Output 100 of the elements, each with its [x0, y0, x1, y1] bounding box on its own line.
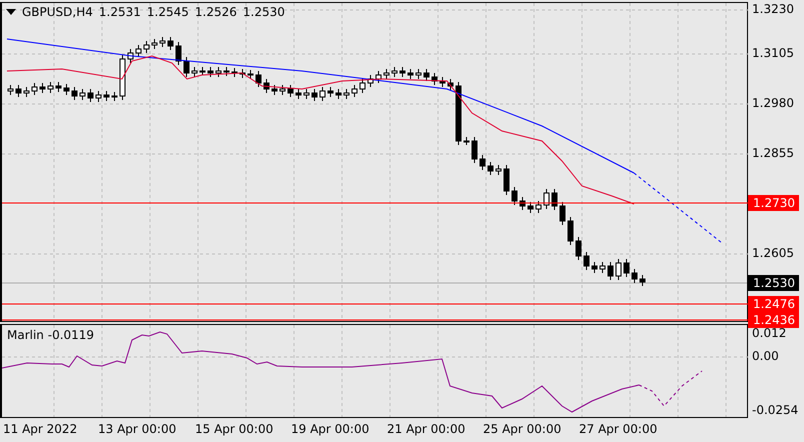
candle	[520, 196, 526, 210]
candle	[496, 164, 502, 176]
indicator-axis-label: -0.0254	[752, 403, 798, 417]
quote-value: 1.2526	[194, 5, 237, 19]
candle	[112, 92, 118, 102]
time-axis-label: 21 Apr 00:00	[387, 422, 466, 436]
candle	[136, 44, 142, 58]
price-tag: 1.2730	[748, 195, 799, 211]
price-tag: 1.2436	[748, 312, 799, 328]
candle	[384, 68, 390, 80]
candle	[304, 88, 310, 100]
candle	[352, 84, 358, 98]
candle	[360, 78, 366, 94]
candle	[416, 68, 422, 80]
candle	[600, 262, 606, 274]
candle	[32, 82, 38, 96]
dropdown-icon[interactable]	[6, 9, 16, 15]
quote-value: 1.2530	[242, 5, 285, 19]
price-axis-label: 1.3230	[752, 2, 794, 16]
quote-value: 1.2545	[146, 5, 189, 19]
candle	[624, 258, 630, 278]
candle	[512, 186, 518, 206]
candle	[544, 188, 550, 210]
price-axis-label: 1.2605	[752, 246, 794, 260]
candle	[96, 90, 102, 102]
indicator-axis-label: 0.00	[752, 349, 779, 363]
candle	[376, 70, 382, 84]
candle	[344, 88, 350, 100]
candle	[128, 48, 134, 64]
candle	[568, 216, 574, 246]
candle	[560, 202, 566, 226]
candle	[248, 70, 254, 80]
candle	[456, 82, 462, 146]
quote-value: 1.2531	[98, 5, 141, 19]
candle	[368, 74, 374, 88]
candle	[152, 38, 158, 50]
candle	[480, 154, 486, 170]
candle	[72, 86, 78, 100]
candle	[160, 36, 166, 48]
candle	[392, 66, 398, 78]
candle	[280, 84, 286, 96]
price-tag: 1.2476	[748, 296, 799, 312]
candle	[104, 90, 110, 102]
candle	[472, 136, 478, 164]
candle	[48, 82, 54, 94]
candle	[592, 262, 598, 274]
candle	[432, 72, 438, 86]
candle	[192, 66, 198, 78]
candle	[424, 68, 430, 82]
candle	[320, 86, 326, 102]
candle	[144, 40, 150, 54]
candle	[64, 84, 70, 96]
symbol-label: GBPUSD,H4	[22, 5, 93, 19]
candle	[256, 70, 262, 88]
candle	[184, 56, 190, 78]
price-axis-label: 1.2980	[752, 96, 794, 110]
candle	[224, 66, 230, 76]
candle	[528, 202, 534, 214]
candle	[216, 66, 222, 78]
candle	[584, 252, 590, 270]
candle	[616, 258, 622, 280]
price-axis-label: 1.3105	[752, 46, 794, 60]
candle	[232, 68, 238, 78]
candle	[448, 78, 454, 90]
candle	[288, 84, 294, 98]
candle	[408, 68, 414, 80]
time-axis-label: 27 Apr 00:00	[579, 422, 658, 436]
candle	[576, 236, 582, 260]
candle	[8, 84, 14, 96]
candle	[328, 86, 334, 98]
candle	[336, 88, 342, 100]
price-axis-label: 1.2855	[752, 146, 794, 160]
candle	[56, 82, 62, 92]
candle	[208, 66, 214, 78]
candle	[24, 86, 30, 98]
candle	[168, 36, 174, 50]
candle	[464, 136, 470, 146]
candle	[200, 66, 206, 76]
candle	[488, 162, 494, 176]
indicator-axis-label: 0.012	[752, 326, 786, 340]
candle	[504, 164, 510, 196]
candle	[640, 274, 646, 286]
candle	[296, 88, 302, 100]
candle	[40, 82, 46, 94]
candle	[120, 54, 126, 100]
time-axis-label: 15 Apr 00:00	[195, 422, 274, 436]
time-axis-label: 13 Apr 00:00	[98, 422, 176, 436]
candle	[264, 78, 270, 94]
candle	[608, 262, 614, 280]
time-axis-label: 11 Apr 2022	[3, 422, 78, 436]
price-tag: 1.2530	[748, 275, 799, 291]
candle	[552, 188, 558, 210]
time-axis-label: 25 Apr 00:00	[483, 422, 562, 436]
candle	[312, 88, 318, 102]
candle	[16, 84, 22, 98]
time-axis-label: 19 Apr 00:00	[291, 422, 370, 436]
candle	[632, 268, 638, 284]
candle	[440, 76, 446, 88]
candle	[80, 88, 86, 100]
candle	[400, 66, 406, 78]
